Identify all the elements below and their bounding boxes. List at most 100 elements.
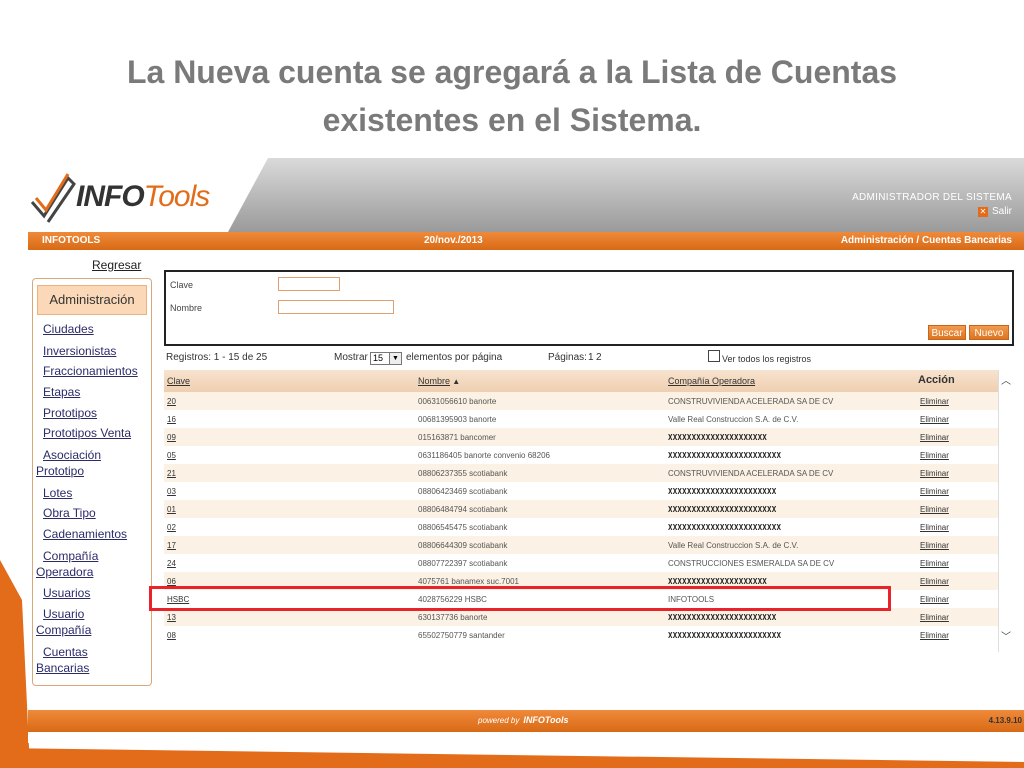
sidebar-item-compania-2[interactable]: Compañía	[36, 622, 91, 638]
sidebar-item-cadenamientos[interactable]: Cadenamientos	[43, 526, 127, 542]
company-name: INFOTOOLS	[42, 235, 101, 246]
table-row: 16 00681395903 banorte Valle Real Construc…	[164, 410, 1000, 428]
delete-link[interactable]: Eliminar	[920, 415, 949, 424]
clave-input[interactable]	[278, 277, 340, 291]
cell-nombre: 015163871 bancomer	[418, 433, 496, 442]
back-link[interactable]: Regresar	[92, 258, 141, 272]
delete-link[interactable]: Eliminar	[920, 631, 949, 640]
table-header: Clave Nombre ▲ Compañía Operadora Acción	[164, 370, 1000, 392]
logo-wordmark: INFOTools	[76, 180, 211, 214]
cell-nombre: 0631186405 banorte convenio 68206	[418, 451, 550, 460]
table-row: 17 08806644309 scotiabank Valle Real Const…	[164, 536, 1000, 554]
new-account-highlight	[149, 586, 891, 611]
per-page-select[interactable]: 15 ▼	[370, 352, 402, 365]
delete-link[interactable]: Eliminar	[920, 541, 949, 550]
cell-clave[interactable]: 08	[167, 631, 176, 640]
cell-clave[interactable]: 20	[167, 397, 176, 406]
sidebar-item-prototipos[interactable]: Prototipos	[43, 405, 97, 421]
cell-nombre: 08806237355 scotiabank	[418, 469, 508, 478]
delete-link[interactable]: Eliminar	[920, 559, 949, 568]
cell-compania: XXXXXXXXXXXXXXXXXXXXXXXX	[668, 451, 782, 460]
cell-compania: XXXXXXXXXXXXXXXXXXXXXXXX	[668, 631, 782, 640]
column-accion: Acción	[918, 374, 955, 386]
sidebar-item-fraccionamientos[interactable]: Fraccionamientos	[43, 363, 138, 379]
cell-compania: CONSTRUVIVIENDA ACELERADA SA DE CV	[668, 397, 834, 406]
logo-tools: Tools	[143, 180, 211, 213]
sidebar-item-operadora[interactable]: Operadora	[36, 564, 93, 580]
logout-label: Salir	[991, 206, 1012, 217]
cell-nombre: 630137736 banorte	[418, 613, 488, 622]
search-button[interactable]: Buscar	[928, 325, 966, 340]
cell-nombre: 08807722397 scotiabank	[418, 559, 508, 568]
nombre-input[interactable]	[278, 300, 394, 314]
close-icon: ✕	[977, 206, 988, 217]
show-all-checkbox[interactable]	[708, 350, 720, 362]
slide-title-line1: La Nueva cuenta se agregará a la Lista d…	[126, 54, 898, 90]
column-compania[interactable]: Compañía Operadora	[668, 376, 755, 386]
page-1: 1	[588, 352, 594, 363]
sidebar-item-prototipos-venta[interactable]: Prototipos Venta	[43, 425, 131, 441]
cell-clave[interactable]: 17	[167, 541, 176, 550]
cell-clave[interactable]: 21	[167, 469, 176, 478]
logo-info: INFO	[76, 180, 145, 213]
delete-link[interactable]: Eliminar	[920, 505, 949, 514]
clave-label: Clave	[170, 280, 194, 290]
delete-link[interactable]: Eliminar	[920, 397, 949, 406]
sidebar-item-inversionistas[interactable]: Inversionistas	[43, 343, 116, 359]
column-nombre[interactable]: Nombre	[418, 376, 450, 386]
cell-compania: CONSTRUVIVIENDA ACELERADA SA DE CV	[668, 469, 834, 478]
table-row: 24 08807722397 scotiabank CONSTRUCCIONES E…	[164, 554, 1000, 572]
chevron-down-icon: ▼	[389, 353, 401, 364]
delete-link[interactable]: Eliminar	[920, 487, 949, 496]
cell-clave[interactable]: 01	[167, 505, 176, 514]
sidebar-item-compania[interactable]: Compañía	[43, 548, 98, 564]
delete-link[interactable]: Eliminar	[920, 613, 949, 622]
sidebar-item-obra-tipo[interactable]: Obra Tipo	[43, 505, 96, 521]
delete-link[interactable]: Eliminar	[920, 523, 949, 532]
sidebar-item-lotes[interactable]: Lotes	[43, 485, 72, 501]
cell-compania: XXXXXXXXXXXXXXXXXXXXX	[668, 577, 768, 586]
cell-nombre: 4075761 banamex suc.7001	[418, 577, 519, 586]
delete-link[interactable]: Eliminar	[920, 433, 949, 442]
sidebar-item-bancarias[interactable]: Bancarias	[36, 660, 89, 676]
table-row: 02 08806545475 scotiabank XXXXXXXXXXXXXXXX…	[164, 518, 1000, 536]
show-label: Mostrar	[334, 352, 368, 363]
app-version: 4.13.9.10	[988, 716, 1022, 725]
cell-clave[interactable]: 13	[167, 613, 176, 622]
chevron-down-icon[interactable]: ﹀	[1000, 632, 1012, 644]
sidebar-item-prototipo[interactable]: Prototipo	[36, 463, 84, 479]
sort-asc-icon: ▲	[450, 377, 461, 386]
sidebar-item-cuentas[interactable]: Cuentas	[43, 644, 88, 660]
cell-clave[interactable]: 02	[167, 523, 176, 532]
cell-clave[interactable]: 05	[167, 451, 176, 460]
cell-nombre: 00631056610 banorte	[418, 397, 497, 406]
page-2-link[interactable]: 2	[596, 352, 602, 363]
sidebar-item-usuario[interactable]: Usuario	[43, 606, 84, 622]
table-scrollbar[interactable]: ︿ ﹀	[998, 370, 1012, 652]
breadcrumb: Administración / Cuentas Bancarias	[840, 235, 1012, 246]
sidebar-heading: Administración	[37, 285, 147, 315]
cell-clave[interactable]: 09	[167, 433, 176, 442]
slide-title: La Nueva cuenta se agregará a la Lista d…	[40, 48, 984, 144]
delete-link[interactable]: Eliminar	[920, 577, 949, 586]
cell-compania: CONSTRUCCIONES ESMERALDA SA DE CV	[668, 559, 835, 568]
cell-clave[interactable]: 03	[167, 487, 176, 496]
table-row: 03 08806423469 scotiabank XXXXXXXXXXXXXXXX…	[164, 482, 1000, 500]
new-button[interactable]: Nuevo	[969, 325, 1009, 340]
cell-clave[interactable]: 06	[167, 577, 176, 586]
sidebar-item-etapas[interactable]: Etapas	[43, 384, 80, 400]
app-header: INFOTools ADMINISTRADOR DEL SISTEMA ✕ Sa…	[28, 158, 1024, 232]
delete-link[interactable]: Eliminar	[920, 469, 949, 478]
chevron-up-icon[interactable]: ︿	[1000, 376, 1012, 388]
column-clave[interactable]: Clave	[167, 376, 190, 386]
cell-clave[interactable]: 24	[167, 559, 176, 568]
delete-link[interactable]: Eliminar	[920, 451, 949, 460]
cell-clave[interactable]: 16	[167, 415, 176, 424]
sidebar-item-asociacion[interactable]: Asociación	[43, 447, 101, 463]
sidebar-item-ciudades[interactable]: Ciudades	[43, 321, 94, 337]
logout-button[interactable]: ✕ Salir	[977, 206, 1012, 217]
sidebar-item-usuarios[interactable]: Usuarios	[43, 585, 90, 601]
cell-nombre: 08806545475 scotiabank	[418, 523, 508, 532]
delete-link[interactable]: Eliminar	[920, 595, 949, 604]
search-form: Clave Nombre Buscar Nuevo	[164, 270, 1014, 346]
